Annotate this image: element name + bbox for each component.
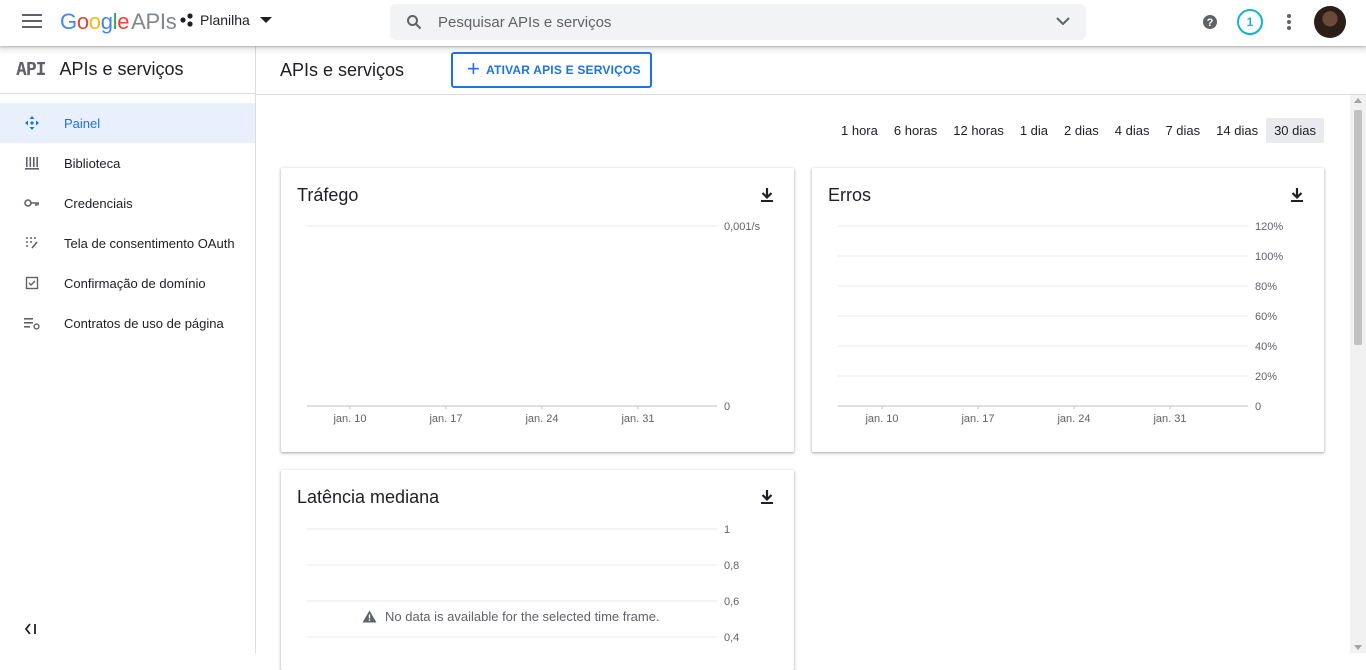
y-tick-label: 80% xyxy=(1255,281,1277,293)
y-tick-label: 0 xyxy=(724,401,730,413)
x-tick-label: jan. 24 xyxy=(1056,413,1090,425)
latency-chart: 1 0,8 0,6 0,4 xyxy=(307,524,739,644)
enable-apis-label: ATIVAR APIS E SERVIÇOS xyxy=(486,63,641,77)
time-range-3[interactable]: 1 dia xyxy=(1012,118,1056,143)
sidebar-item-label: Confirmação de domínio xyxy=(64,275,206,291)
sidebar-item-painel[interactable]: Painel xyxy=(0,103,255,143)
x-tick-label: jan. 24 xyxy=(524,413,558,425)
key-icon xyxy=(0,198,64,208)
vertical-scrollbar[interactable] xyxy=(1350,95,1366,653)
time-range-8[interactable]: 30 dias xyxy=(1266,118,1324,143)
chevron-down-icon xyxy=(259,17,272,23)
sidebar-item-domain-verification[interactable]: Confirmação de domínio xyxy=(0,263,255,303)
page-agreement-icon xyxy=(0,316,64,330)
project-icon xyxy=(180,13,193,27)
y-tick-label: 0,4 xyxy=(724,632,739,644)
sidebar-header: API APIs e serviços xyxy=(0,46,255,94)
time-range-5[interactable]: 4 dias xyxy=(1107,118,1158,143)
page-header: APIs e serviços + ATIVAR APIS E SERVIÇOS xyxy=(256,46,1366,95)
time-range-0[interactable]: 1 hora xyxy=(833,118,886,143)
oauth-consent-icon xyxy=(0,236,64,250)
errors-card: Erros 120% 100% 80% 60% 40% 20% 0 jan. 10 jan. 1… xyxy=(812,168,1324,452)
warning-icon xyxy=(362,610,377,623)
x-tick-label: jan. 10 xyxy=(864,413,898,425)
sidebar-item-label: Tela de consentimento OAuth xyxy=(64,235,235,251)
project-selector[interactable]: Planilha xyxy=(180,12,272,28)
sidebar-item-label: Contratos de uso de página xyxy=(64,315,224,331)
sidebar-item-biblioteca[interactable]: Biblioteca xyxy=(0,143,255,183)
y-tick-label: 0,8 xyxy=(724,560,739,572)
x-tick-label: jan. 10 xyxy=(332,413,366,425)
time-range-4[interactable]: 2 dias xyxy=(1056,118,1107,143)
y-tick-label: 1 xyxy=(724,524,730,536)
sidebar-item-label: Biblioteca xyxy=(64,155,121,171)
top-app-bar: GoogleAPIs Planilha ? 1 xyxy=(0,0,1366,46)
traffic-chart: 0,001/s 0 jan. 10 jan. 17 jan. 24 jan. 31 xyxy=(307,221,761,425)
errors-chart: 120% 100% 80% 60% 40% 20% 0 jan. 10 jan. 17 jan. … xyxy=(838,221,1283,425)
no-data-notice: No data is available for the selected ti… xyxy=(362,609,660,624)
sidebar-item-label: Credenciais xyxy=(64,195,133,211)
plus-icon: + xyxy=(467,56,481,81)
y-tick-label: 0 xyxy=(1255,401,1261,413)
time-range-7[interactable]: 14 dias xyxy=(1208,118,1266,143)
account-avatar[interactable] xyxy=(1314,6,1346,38)
x-tick-label: jan. 31 xyxy=(1152,413,1186,425)
dashboard-icon xyxy=(0,115,64,131)
x-tick-label: jan. 31 xyxy=(620,413,654,425)
collapse-sidebar-icon[interactable] xyxy=(24,623,38,635)
search-bar[interactable] xyxy=(390,4,1086,40)
y-tick-label: 20% xyxy=(1255,371,1277,383)
domain-check-icon xyxy=(0,276,64,290)
enable-apis-button[interactable]: + ATIVAR APIS E SERVIÇOS xyxy=(451,52,652,88)
search-input[interactable] xyxy=(438,13,1018,31)
x-tick-label: jan. 17 xyxy=(428,413,462,425)
x-tick-label: jan. 17 xyxy=(960,413,994,425)
svg-text:?: ? xyxy=(1207,17,1214,29)
page-title: APIs e serviços xyxy=(280,59,405,80)
time-range-2[interactable]: 12 horas xyxy=(945,118,1012,143)
api-badge: API xyxy=(16,59,46,80)
more-options-icon[interactable] xyxy=(1286,13,1292,31)
y-tick-label: 100% xyxy=(1255,251,1283,263)
y-tick-label: 0,6 xyxy=(724,596,739,608)
library-icon xyxy=(0,156,64,170)
y-tick-label: 60% xyxy=(1255,311,1277,323)
y-tick-label: 0,001/s xyxy=(724,221,761,233)
notifications-button[interactable]: 1 xyxy=(1237,9,1263,35)
search-expand-icon[interactable] xyxy=(1056,16,1070,26)
no-data-message: No data is available for the selected ti… xyxy=(385,609,660,624)
search-icon xyxy=(407,15,422,30)
latency-card: Latência mediana 1 0,8 0,6 0,4 No data is a… xyxy=(281,470,794,670)
traffic-card: Tráfego 0,001/s 0 jan. 10 jan. 17 jan. 24 jan… xyxy=(281,168,794,452)
scroll-down-icon[interactable] xyxy=(1354,645,1362,650)
sidebar: API APIs e serviços Painel Biblioteca Cr… xyxy=(0,46,256,653)
time-range-selector: 1 hora 6 horas 12 horas 1 dia 2 dias 4 dias 7 … xyxy=(833,118,1324,143)
google-apis-logo[interactable]: GoogleAPIs xyxy=(60,9,177,35)
y-tick-label: 120% xyxy=(1255,221,1283,233)
sidebar-item-oauth-consent[interactable]: Tela de consentimento OAuth xyxy=(0,223,255,263)
project-name: Planilha xyxy=(200,12,250,28)
help-icon[interactable]: ? xyxy=(1201,13,1219,31)
sidebar-item-credenciais[interactable]: Credenciais xyxy=(0,183,255,223)
sidebar-item-label: Painel xyxy=(64,115,101,131)
scroll-up-icon[interactable] xyxy=(1354,98,1362,103)
scrollbar-thumb[interactable] xyxy=(1354,110,1362,345)
sidebar-title: APIs e serviços xyxy=(59,59,184,79)
time-range-6[interactable]: 7 dias xyxy=(1157,118,1208,143)
y-tick-label: 40% xyxy=(1255,341,1277,353)
sidebar-item-page-agreements[interactable]: Contratos de uso de página xyxy=(0,303,255,343)
time-range-1[interactable]: 6 horas xyxy=(886,118,945,143)
main-content: APIs e serviços + ATIVAR APIS E SERVIÇOS… xyxy=(256,46,1366,670)
main-menu-icon[interactable] xyxy=(22,14,42,30)
sidebar-nav: Painel Biblioteca Credenciais Tela de co… xyxy=(0,103,255,343)
